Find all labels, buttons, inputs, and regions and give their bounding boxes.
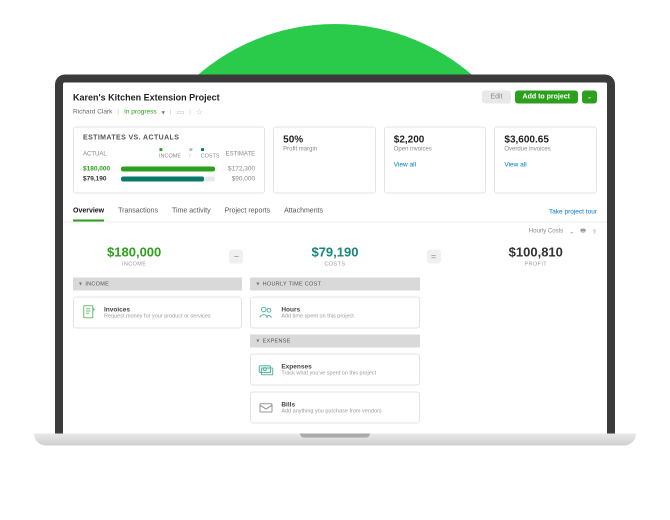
tab-time-activity[interactable]: Time activity (172, 202, 211, 222)
income-actual: $180,000 (83, 166, 115, 173)
take-project-tour-link[interactable]: Take project tour (549, 202, 597, 221)
laptop-frame: Karen's Kitchen Extension Project Edit A… (34, 75, 636, 446)
edit-button[interactable]: Edit (482, 91, 510, 104)
export-icon[interactable]: ⇪ (592, 228, 597, 235)
hourly-costs-dropdown[interactable]: Hourly Costs (529, 229, 563, 235)
tab-transactions[interactable]: Transactions (118, 202, 158, 222)
estimates-card: ESTIMATES VS. ACTUALS ACTUAL INCOME / CO… (73, 127, 265, 194)
tab-overview[interactable]: Overview (73, 202, 104, 222)
equals-icon: = (427, 249, 441, 263)
chevron-down-icon: ⌄ (569, 228, 574, 235)
costs-estimate: $90,000 (221, 176, 255, 183)
project-status[interactable]: In progress (124, 109, 157, 116)
income-bar (121, 167, 215, 172)
summary-income-value: $180,000 (107, 245, 161, 260)
add-to-project-button[interactable]: Add to project (515, 91, 578, 104)
minus-icon: − (229, 249, 243, 263)
people-icon (257, 304, 275, 322)
item-expenses[interactable]: Expenses Track what you've spent on this… (250, 354, 419, 386)
item-hours[interactable]: Hours Add time spent on this project (250, 297, 419, 329)
section-income-header[interactable]: INCOME (73, 278, 242, 291)
profit-margin-card: 50% Profit margin (273, 127, 376, 194)
open-invoices-card: $2,200 Open invoices View all (384, 127, 487, 194)
envelope-icon (257, 399, 275, 417)
section-expense-header[interactable]: EXPENSE (250, 335, 419, 348)
project-title: Karen's Kitchen Extension Project (73, 92, 220, 102)
section-hourly-header[interactable]: HOURLY TIME COST (250, 278, 419, 291)
app-window: Karen's Kitchen Extension Project Edit A… (63, 83, 607, 434)
overdue-invoices-card: $3,600.65 Overdue invoices View all (494, 127, 597, 194)
estimates-title: ESTIMATES VS. ACTUALS (83, 135, 255, 142)
tab-project-reports[interactable]: Project reports (225, 202, 271, 222)
star-icon[interactable]: ☆ (196, 108, 203, 117)
item-invoices[interactable]: Invoices Request money for your product … (73, 297, 242, 329)
money-icon (257, 361, 275, 379)
costs-bar (121, 177, 215, 182)
income-estimate: $172,300 (221, 166, 255, 173)
summary-costs-value: $79,190 (311, 245, 358, 260)
chevron-down-icon: ▾ (162, 108, 165, 116)
add-dropdown-button[interactable]: ⌄ (582, 91, 597, 104)
summary-profit-value: $100,810 (509, 245, 563, 260)
overdue-invoices-view-all[interactable]: View all (504, 162, 587, 169)
profit-column-empty (428, 278, 597, 424)
item-bills[interactable]: Bills Add anything you purchase from ven… (250, 392, 419, 424)
costs-actual: $79,190 (83, 176, 115, 183)
tab-attachments[interactable]: Attachments (284, 202, 323, 222)
invoice-icon (80, 304, 98, 322)
note-icon[interactable]: ▭ (177, 108, 185, 117)
laptop-base (34, 434, 636, 446)
print-icon[interactable]: 🖶 (580, 227, 586, 237)
open-invoices-view-all[interactable]: View all (394, 162, 477, 169)
project-owner: Richard Clark (73, 109, 112, 116)
